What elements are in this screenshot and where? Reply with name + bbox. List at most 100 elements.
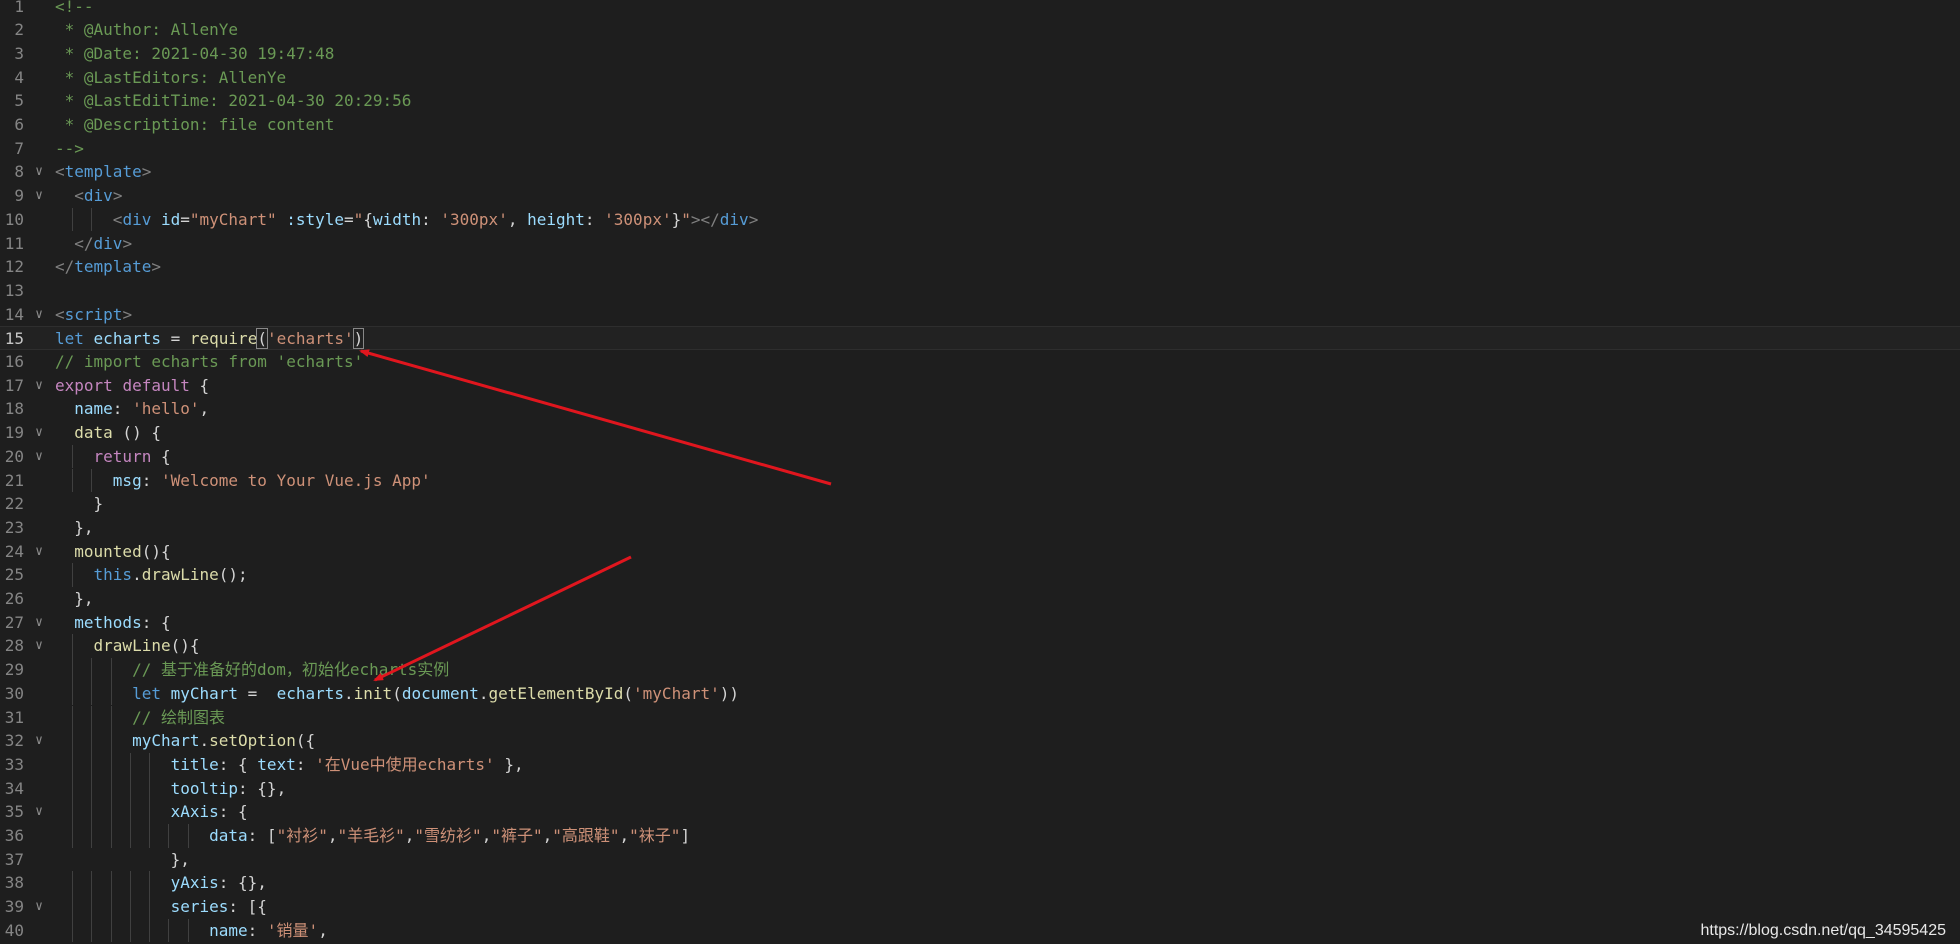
code-token: div <box>93 233 123 253</box>
code-line[interactable]: 2 * @Author: AllenYe <box>0 18 1960 42</box>
line-number: 20 <box>4 446 24 466</box>
code-line[interactable]: 17 ∨ export default { <box>0 374 1960 398</box>
fold-chevron-icon[interactable]: ∨ <box>32 540 46 564</box>
code-token: > <box>151 257 161 277</box>
code-line[interactable]: 20 ∨ return { <box>0 444 1960 469</box>
code-token: . <box>132 565 142 585</box>
fold-chevron-icon[interactable]: ∨ <box>32 374 46 398</box>
code-line[interactable]: 5 * @LastEditTime: 2021-04-30 20:29:56 <box>0 89 1960 113</box>
code-token: ({ <box>295 731 316 751</box>
code-line[interactable]: 35 ∨ xAxis: { <box>0 800 1960 824</box>
code-line[interactable]: 22 } <box>0 492 1960 516</box>
fold-chevron-icon[interactable]: ∨ <box>32 800 46 824</box>
code-token: script <box>64 304 123 324</box>
code-line[interactable]: 7 --> <box>0 137 1960 161</box>
line-number: 29 <box>4 660 24 680</box>
code-line[interactable]: 6 * @Description: file content <box>0 113 1960 137</box>
code-line[interactable]: 23 }, <box>0 516 1960 540</box>
code-token: 'myChart' <box>633 683 720 703</box>
line-number: 33 <box>4 754 24 774</box>
code-token: '300px' <box>440 209 508 229</box>
code-line[interactable]: 29 // 基于准备好的dom，初始化echarts实例 <box>0 658 1960 682</box>
fold-chevron-icon[interactable]: ∨ <box>32 160 46 184</box>
code-line[interactable]: 14 ∨ <script> <box>0 303 1960 327</box>
code-line[interactable]: 31 // 绘制图表 <box>0 705 1960 730</box>
code-line[interactable]: 33 title: { text: '在Vue中使用echarts' }, <box>0 752 1960 777</box>
code-token: default <box>122 375 190 395</box>
code-text: data () { <box>55 421 161 445</box>
code-token: return <box>93 446 152 466</box>
code-token: : [ <box>247 826 277 845</box>
code-line[interactable]: 19 ∨ data () { <box>0 421 1960 445</box>
code-line[interactable]: 39 ∨ series: [{ <box>0 895 1960 919</box>
code-line[interactable]: 15 let echarts = require('echarts') <box>0 326 1960 350</box>
code-line[interactable]: 18 name: 'hello', <box>0 397 1960 421</box>
code-line[interactable]: 9 ∨ <div> <box>0 184 1960 208</box>
line-number: 28 <box>4 636 24 656</box>
code-token: :style <box>286 209 345 229</box>
fold-chevron-icon[interactable]: ∨ <box>32 729 46 753</box>
code-line[interactable]: 8 ∨ <template> <box>0 160 1960 184</box>
code-text: name: 'hello', <box>55 397 209 421</box>
code-token: <!-- <box>55 0 94 16</box>
code-line[interactable]: 34 tooltip: {}, <box>0 776 1960 801</box>
line-number: 27 <box>4 612 24 632</box>
code-line[interactable]: 16 // import echarts from 'echarts' <box>0 350 1960 374</box>
code-line[interactable]: 13 <box>0 279 1960 303</box>
code-line[interactable]: 32 ∨ myChart.setOption({ <box>0 729 1960 753</box>
code-text: }, <box>55 587 94 611</box>
code-line[interactable]: 24 ∨ mounted(){ <box>0 540 1960 564</box>
code-line[interactable]: 38 yAxis: {}, <box>0 871 1960 896</box>
line-number: 24 <box>4 541 24 561</box>
code-token: name <box>209 920 248 940</box>
code-text: yAxis: {}, <box>55 871 267 895</box>
code-text: data: ["衬衫","羊毛衫","雪纺衫","裤子","高跟鞋","袜子"] <box>55 824 690 848</box>
code-line[interactable]: 26 }, <box>0 587 1960 611</box>
code-line[interactable]: 21 msg: 'Welcome to Your Vue.js App' <box>0 468 1960 493</box>
code-line[interactable]: 36 data: ["衬衫","羊毛衫","雪纺衫","裤子","高跟鞋","袜… <box>0 824 1960 848</box>
fold-chevron-icon[interactable]: ∨ <box>32 445 46 469</box>
code-line[interactable]: 4 * @LastEditors: AllenYe <box>0 66 1960 90</box>
code-line[interactable]: 25 this.drawLine(); <box>0 563 1960 587</box>
code-line[interactable]: 3 * @Date: 2021-04-30 19:47:48 <box>0 42 1960 66</box>
code-text: xAxis: { <box>55 800 248 824</box>
code-line[interactable]: 40 name: '销量', <box>0 918 1960 943</box>
code-line[interactable]: 30 let myChart = echarts.init(document.g… <box>0 681 1960 706</box>
fold-chevron-icon[interactable]: ∨ <box>32 303 46 327</box>
code-token: }, <box>55 589 94 608</box>
code-token: export <box>55 375 113 395</box>
code-token: * @Date: 2021-04-30 19:47:48 <box>55 43 335 63</box>
code-text: * @Description: file content <box>55 113 335 137</box>
fold-chevron-icon[interactable]: ∨ <box>32 184 46 208</box>
fold-chevron-icon[interactable]: ∨ <box>32 611 46 635</box>
code-line[interactable]: 1 <!-- <box>0 0 1960 18</box>
code-editor[interactable]: 1 <!-- 2 * @Author: AllenYe 3 * @Date: 2021… <box>0 0 1960 944</box>
fold-chevron-icon[interactable]: ∨ <box>32 895 46 919</box>
code-token: title <box>170 754 219 774</box>
code-line[interactable]: 37 }, <box>0 848 1960 872</box>
code-line[interactable]: 10 <div id="myChart" :style="{width: '30… <box>0 207 1960 232</box>
code-text: <!-- <box>55 0 94 18</box>
fold-chevron-icon[interactable]: ∨ <box>32 421 46 445</box>
code-token: ( <box>256 328 268 350</box>
code-line[interactable]: 27 ∨ methods: { <box>0 611 1960 635</box>
code-text: <template> <box>55 160 151 184</box>
code-line[interactable]: 12 </template> <box>0 255 1960 279</box>
code-line[interactable]: 28 ∨ drawLine(){ <box>0 634 1960 659</box>
fold-chevron-icon[interactable]: ∨ <box>32 634 46 658</box>
code-token: : <box>247 920 267 940</box>
code-token: ></ <box>690 209 720 229</box>
code-token: "裤子" <box>491 826 543 845</box>
code-token: (); <box>218 565 248 585</box>
code-text: * @LastEditors: AllenYe <box>55 66 287 90</box>
code-line[interactable]: 11 </div> <box>0 232 1960 256</box>
code-token: setOption <box>209 731 296 751</box>
code-token: "衬衫" <box>276 826 328 845</box>
line-number: 18 <box>4 399 24 419</box>
code-token: : {}, <box>238 778 287 798</box>
